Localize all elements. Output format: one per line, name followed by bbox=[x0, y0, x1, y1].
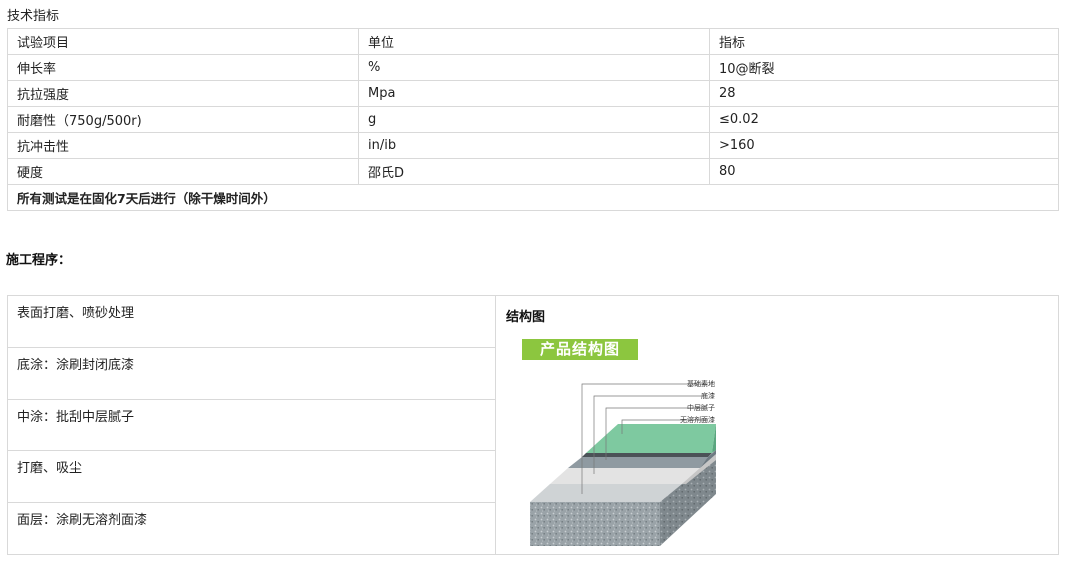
cell-unit: in/ib bbox=[358, 132, 710, 159]
header-unit: 单位 bbox=[358, 28, 710, 55]
table-note: 所有测试是在固化7天后进行（除干燥时间外） bbox=[7, 184, 1059, 211]
concrete-base-front bbox=[530, 502, 660, 546]
layer-label-base: 基础素地 bbox=[687, 379, 715, 388]
table-row: 硬度 邵氏D 80 bbox=[7, 158, 1059, 185]
header-indicator: 指标 bbox=[709, 28, 1059, 55]
cell-unit: g bbox=[358, 106, 710, 133]
layer-diagram: 基础素地 底漆 中层腻子 无溶剂面漆 bbox=[530, 379, 716, 546]
table-note-row: 所有测试是在固化7天后进行（除干燥时间外） bbox=[7, 184, 1059, 211]
cell-item: 抗冲击性 bbox=[7, 132, 359, 159]
step-item: 中涂：批刮中层腻子 bbox=[7, 398, 496, 452]
cell-item: 抗拉强度 bbox=[7, 80, 359, 107]
procedure-table: 表面打磨、喷砂处理 结构图 产品结构图 基础素地 底漆 中层腻子 无溶剂面漆 底… bbox=[7, 295, 1059, 555]
cell-item: 耐磨性（750g/500r) bbox=[7, 106, 359, 133]
cell-value: 28 bbox=[709, 80, 1059, 107]
step-item: 表面打磨、喷砂处理 bbox=[7, 295, 496, 348]
cell-item: 伸长率 bbox=[7, 54, 359, 81]
spec-table: 试验项目 单位 指标 伸长率 % 10@断裂 抗拉强度 Mpa 28 耐磨性（7… bbox=[7, 28, 1059, 211]
layer-label-primer: 底漆 bbox=[701, 391, 715, 400]
cell-unit: Mpa bbox=[358, 80, 710, 107]
cell-unit: 邵氏D bbox=[358, 158, 710, 185]
header-test-item: 试验项目 bbox=[7, 28, 359, 55]
procedure-title: 施工程序： bbox=[6, 253, 72, 268]
concrete-base-top bbox=[530, 484, 682, 502]
cell-value: 80 bbox=[709, 158, 1059, 185]
table-row: 抗拉强度 Mpa 28 bbox=[7, 80, 1059, 107]
structure-panel: 结构图 产品结构图 基础素地 底漆 中层腻子 无溶剂面漆 bbox=[495, 295, 1059, 555]
structure-title: 结构图 bbox=[506, 310, 546, 325]
layer-label-topcoat: 无溶剂面漆 bbox=[680, 415, 715, 424]
table-row: 耐磨性（750g/500r) g ≤0.02 bbox=[7, 106, 1059, 133]
cell-value: 10@断裂 bbox=[709, 54, 1059, 81]
primer-layer bbox=[550, 468, 700, 484]
step-item: 打磨、吸尘 bbox=[7, 450, 496, 504]
structure-banner: 产品结构图 bbox=[522, 339, 638, 360]
cell-value: >160 bbox=[709, 132, 1059, 159]
putty-layer bbox=[568, 457, 708, 468]
table-row: 伸长率 % 10@断裂 bbox=[7, 54, 1059, 81]
step-item: 面层：涂刷无溶剂面漆 bbox=[7, 502, 496, 555]
cell-item: 硬度 bbox=[7, 158, 359, 185]
table-row: 抗冲击性 in/ib >160 bbox=[7, 132, 1059, 159]
table-header-row: 试验项目 单位 指标 bbox=[7, 28, 1059, 55]
cell-value: ≤0.02 bbox=[709, 106, 1059, 133]
cell-unit: % bbox=[358, 54, 710, 81]
step-item: 底涂：涂刷封闭底漆 bbox=[7, 346, 496, 400]
top-coat-layer bbox=[586, 424, 716, 453]
spec-title: 技术指标 bbox=[7, 9, 60, 24]
layer-label-putty: 中层腻子 bbox=[687, 403, 715, 412]
